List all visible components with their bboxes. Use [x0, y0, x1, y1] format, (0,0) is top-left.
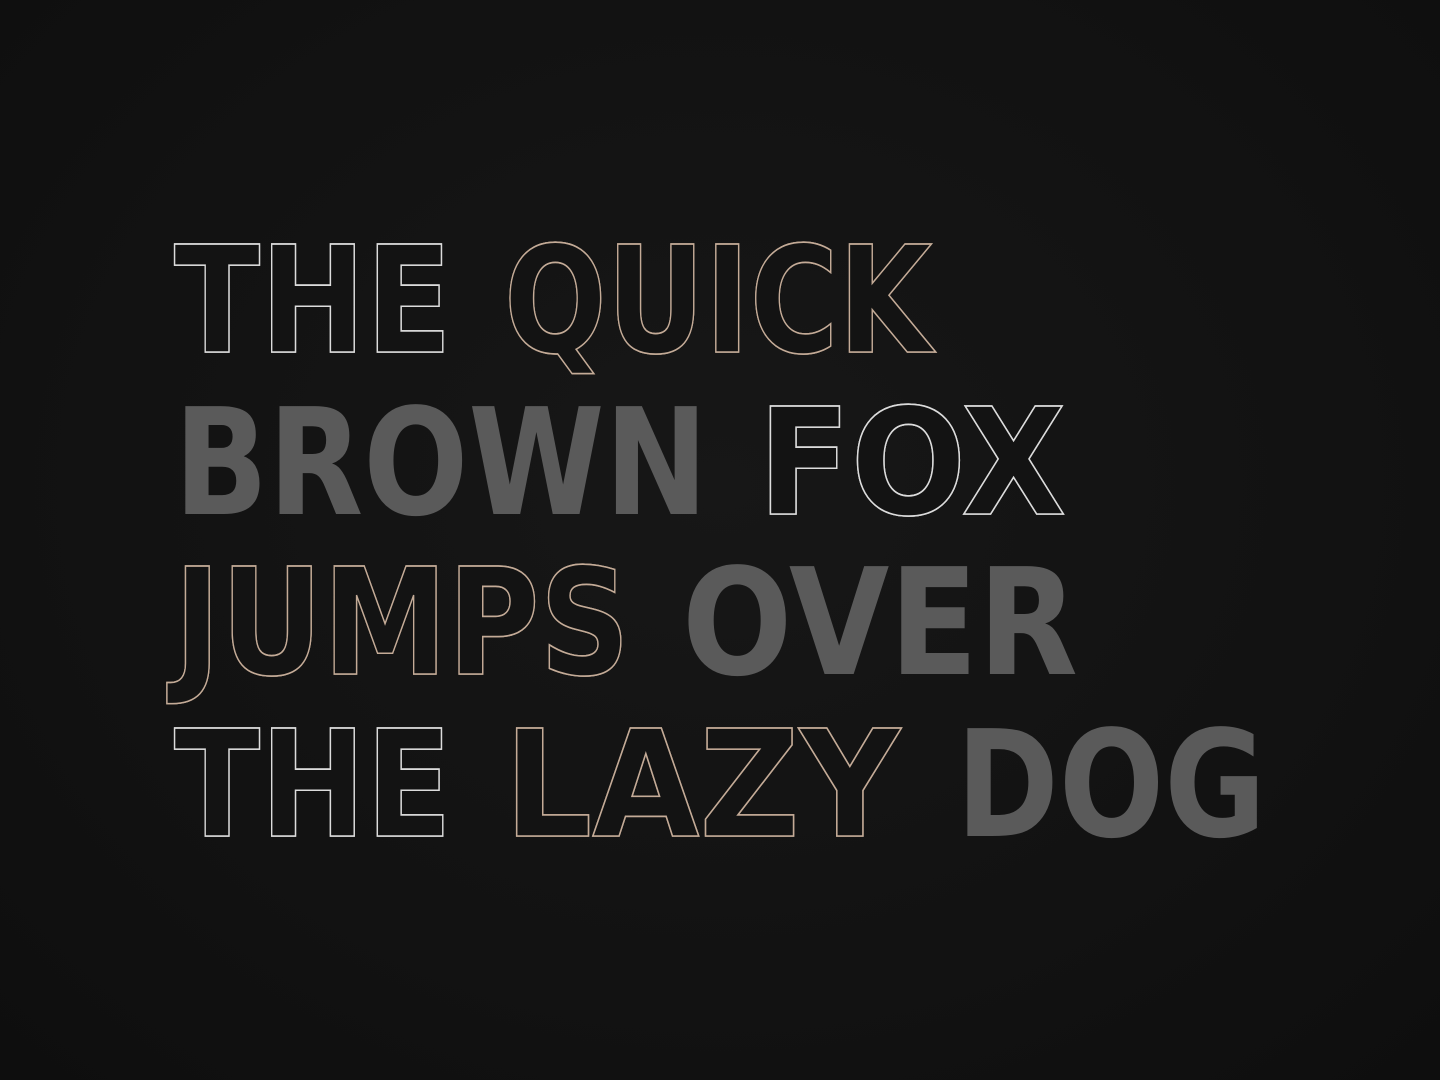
- word-fox: FOXFOXFOXFOXFOX FOX: [757, 376, 1067, 550]
- word-the-1: THETHETHETHETHE THE THE: [173, 214, 453, 388]
- word-lazy: LAZYLAZYLAZY LAZY: [503, 698, 902, 872]
- word-the-2: THETHETHETHETHE THE: [173, 698, 453, 872]
- word-the-2-outer-core: THE: [174, 699, 452, 871]
- word-over: OVER: [682, 537, 1078, 709]
- line-1: THETHETHETHETHE THE THE QUICKQUICKQUICK …: [173, 214, 937, 388]
- word-brown-solid: BROWN: [174, 377, 708, 549]
- word-brown: BROWN: [174, 377, 708, 549]
- dark-background: THETHETHETHETHE THE THE QUICKQUICKQUICK …: [0, 0, 1440, 1080]
- word-the-1-outer-core: THE: [174, 215, 452, 387]
- word-jumps: JUMPSJUMPSJUMPS JUMPS: [166, 536, 631, 710]
- word-quick-outer-core: QUICK: [504, 215, 936, 387]
- word-dog: DOG: [956, 699, 1266, 871]
- word-fox-outer-core: FOX: [758, 377, 1066, 549]
- line-2: BROWN FOXFOXFOXFOXFOX FOX: [174, 376, 1067, 550]
- line-3: JUMPSJUMPSJUMPS JUMPS OVER: [166, 536, 1078, 710]
- word-dog-solid: DOG: [956, 699, 1266, 871]
- word-quick: QUICKQUICKQUICK QUICK: [503, 214, 937, 388]
- word-jumps-outer-core: JUMPS: [166, 537, 630, 709]
- word-lazy-outer-core: LAZY: [504, 699, 902, 871]
- type-specimen: THETHETHETHETHE THE THE QUICKQUICKQUICK …: [166, 214, 1266, 872]
- word-over-solid: OVER: [682, 537, 1078, 709]
- line-4: THETHETHETHETHE THE LAZYLAZYLAZY LAZY DO…: [173, 698, 1266, 872]
